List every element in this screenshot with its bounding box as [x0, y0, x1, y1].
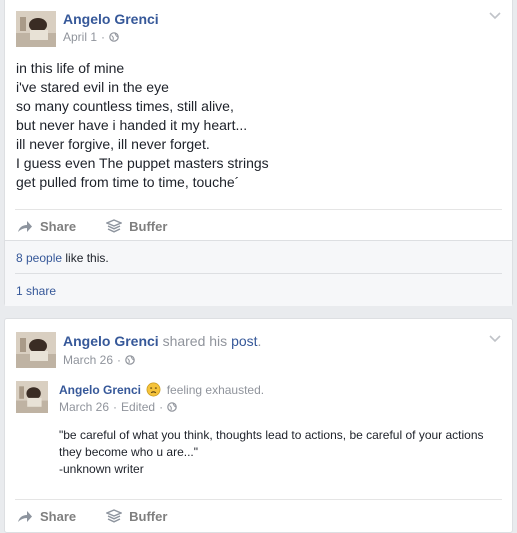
divider: [15, 273, 502, 274]
feeling-text: feeling exhausted.: [163, 383, 265, 397]
avatar[interactable]: [16, 332, 56, 368]
share-label: Share: [40, 218, 77, 234]
author-name[interactable]: Angelo Grenci: [63, 11, 159, 27]
share-label: Share: [40, 508, 77, 524]
share-arrow-icon: [18, 511, 32, 522]
post-date[interactable]: April 1: [63, 30, 97, 44]
post-line: so many countless times, still alive,: [16, 98, 234, 114]
shared-header: Angelo Grenci feeling exhausted.: [59, 382, 264, 397]
meta-separator: ·: [159, 400, 164, 414]
globe-icon[interactable]: [109, 32, 119, 42]
likes-summary: 8 people like this.: [16, 251, 109, 265]
post-line: get pulled from time to time, touche´: [16, 174, 240, 190]
avatar[interactable]: [16, 11, 56, 47]
action-bar: Share Buffer: [15, 209, 502, 242]
post-line: I guess even The puppet masters strings: [16, 155, 269, 171]
likes-suffix: like this.: [62, 251, 109, 265]
share-arrow-icon: [18, 221, 32, 232]
meta-separator: ·: [117, 353, 122, 367]
globe-icon[interactable]: [167, 402, 177, 412]
exhausted-emoji-icon: [146, 382, 161, 397]
likes-count-link[interactable]: 8 people: [16, 251, 62, 265]
shared-author-name[interactable]: Angelo Grenci: [59, 383, 141, 397]
shared-post-body: "be careful of what you think, thoughts …: [59, 427, 484, 478]
post-line: but never have i handed it my heart...: [16, 117, 248, 133]
edited-label[interactable]: Edited: [121, 400, 155, 414]
post-meta: April 1 ·: [63, 30, 119, 44]
divider: [5, 240, 512, 241]
share-headline: Angelo Grenci shared his post.: [63, 333, 261, 349]
chevron-down-icon[interactable]: [488, 334, 502, 344]
headline-text: shared his: [158, 333, 232, 349]
post-link[interactable]: post: [231, 333, 257, 349]
shared-meta: March 26 · Edited ·: [59, 400, 177, 414]
post-line: in this life of mine: [16, 60, 125, 76]
post-line: they become who u are...": [59, 445, 199, 459]
buffer-label: Buffer: [129, 218, 168, 234]
buffer-button[interactable]: Buffer: [106, 219, 167, 234]
post-card: Angelo Grenci April 1 · in this life of …: [4, 0, 513, 306]
post-line: -unknown writer: [59, 462, 144, 476]
headline-end: .: [257, 333, 262, 349]
action-bar: Share Buffer: [15, 499, 502, 532]
post-line: "be careful of what you think, thoughts …: [59, 428, 484, 442]
chevron-down-icon[interactable]: [488, 11, 502, 21]
shared-avatar[interactable]: [16, 381, 48, 413]
meta-separator: ·: [113, 400, 118, 414]
author-name[interactable]: Angelo Grenci: [63, 333, 159, 349]
buffer-button[interactable]: Buffer: [106, 509, 167, 524]
buffer-label: Buffer: [129, 508, 168, 524]
post-body: in this life of mine i've stared evil in…: [16, 59, 269, 192]
meta-separator: ·: [101, 30, 106, 44]
post-meta: March 26 ·: [63, 353, 135, 367]
shared-date[interactable]: March 26: [59, 400, 109, 414]
share-button[interactable]: Share: [17, 219, 76, 234]
post-line: i've stared evil in the eye: [16, 79, 169, 95]
share-button[interactable]: Share: [17, 509, 76, 524]
buffer-icon: [106, 219, 123, 233]
buffer-icon: [106, 509, 123, 523]
post-card: Angelo Grenci shared his post. March 26 …: [4, 318, 513, 533]
post-date[interactable]: March 26: [63, 353, 113, 367]
globe-icon[interactable]: [125, 355, 135, 365]
post-line: ill never forgive, ill never forget.: [16, 136, 210, 152]
shares-link[interactable]: 1 share: [16, 284, 56, 298]
